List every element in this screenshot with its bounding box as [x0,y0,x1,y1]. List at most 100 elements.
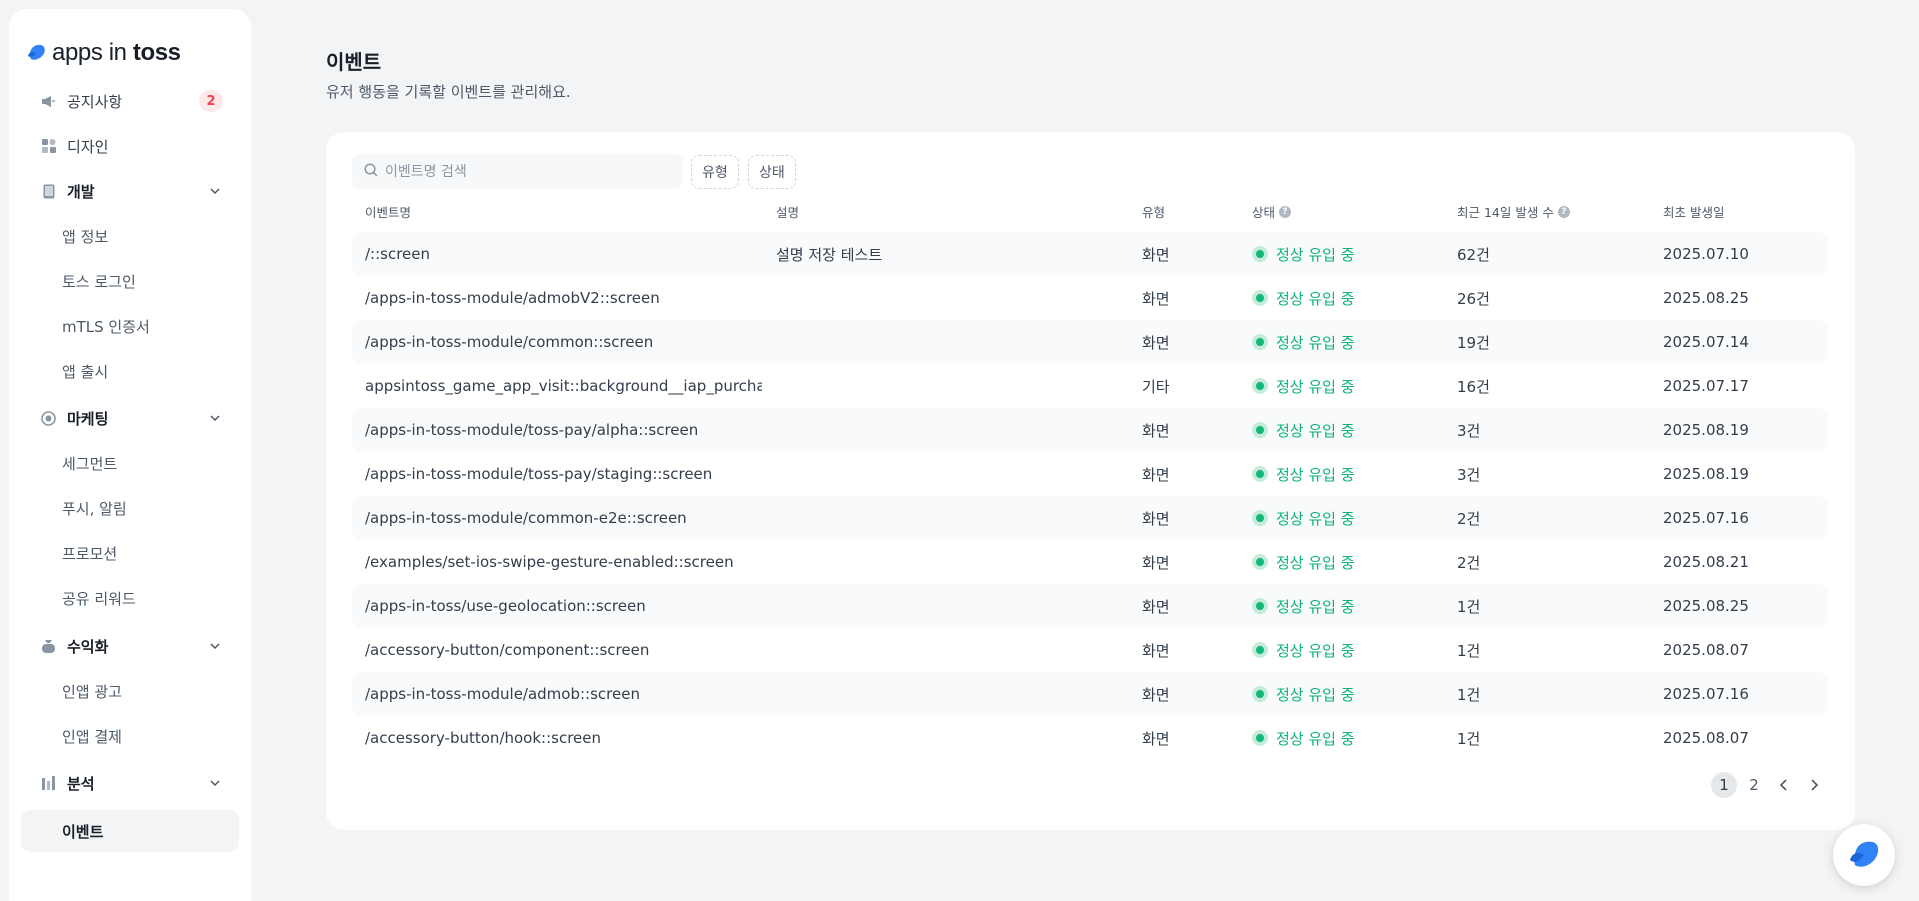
shapes-icon [41,139,56,154]
sidebar-item-label: 세그먼트 [62,454,118,473]
money-bag-icon [41,639,56,654]
event-desc [776,452,1096,496]
event-type: 화면 [1142,245,1170,264]
event-type: 화면 [1142,509,1170,528]
table-row[interactable]: /apps-in-toss-module/toss-pay/staging::s… [352,452,1828,496]
sidebar-item-inapp-ads[interactable]: 인앱 광고 [21,671,239,711]
status-label: 정상 유입 중 [1276,685,1355,704]
sidebar-item-label: 분석 [67,774,95,793]
status-label: 정상 유입 중 [1276,729,1355,748]
toss-assistant-button[interactable] [1833,824,1895,886]
event-type: 화면 [1142,421,1170,440]
help-icon[interactable]: ? [1279,205,1292,218]
sidebar-item-app-info[interactable]: 앱 정보 [21,216,239,256]
type-filter-chip[interactable]: 유형 [691,155,739,189]
event-date: 2025.08.25 [1663,597,1749,615]
sidebar-group-monetization[interactable]: 수익화 [21,626,239,666]
event-count: 2건 [1457,509,1481,528]
events-card: 유형 상태 이벤트명 설명 유형 상태 ? 최근 14일 발생 수 ? 최초 발… [326,132,1855,830]
event-count: 1건 [1457,597,1481,616]
table-row[interactable]: /apps-in-toss-module/admob::screen 화면 정상… [352,672,1828,716]
header-date: 최초 발생일 [1663,205,1725,220]
event-date: 2025.08.25 [1663,289,1749,307]
sidebar-item-share-reward[interactable]: 공유 리워드 [21,578,239,618]
event-count: 26건 [1457,289,1490,308]
chevron-right-icon[interactable] [1801,772,1827,798]
event-status: 정상 유입 중 [1252,232,1432,276]
event-type: 화면 [1142,641,1170,660]
sidebar-item-segment[interactable]: 세그먼트 [21,443,239,483]
sidebar-group-dev[interactable]: 개발 [21,171,239,211]
chevron-left-icon[interactable] [1771,772,1797,798]
event-status: 정상 유입 중 [1252,496,1432,540]
status-label: 정상 유입 중 [1276,465,1355,484]
event-type: 화면 [1142,597,1170,616]
status-dot-icon [1252,422,1268,438]
event-date: 2025.08.21 [1663,553,1749,571]
event-count: 3건 [1457,465,1481,484]
table-row[interactable]: /examples/set-ios-swipe-gesture-enabled:… [352,540,1828,584]
sidebar-item-events[interactable]: 이벤트 [21,810,239,852]
sidebar-item-design[interactable]: 디자인 [21,126,239,166]
sidebar-item-label: 공지사항 [67,92,123,111]
event-name: /apps-in-toss-module/admob::screen [365,685,640,703]
event-status: 정상 유입 중 [1252,276,1432,320]
header-status-label: 상태 [1252,205,1276,220]
table-row[interactable]: /apps-in-toss/use-geolocation::screen 화면… [352,584,1828,628]
event-status: 정상 유입 중 [1252,716,1432,760]
sidebar-group-marketing[interactable]: 마케팅 [21,398,239,438]
event-date: 2025.08.19 [1663,465,1749,483]
help-icon[interactable]: ? [1557,205,1570,218]
sidebar-item-app-release[interactable]: 앱 출시 [21,351,239,391]
sidebar-item-label: mTLS 인증서 [62,317,150,336]
sidebar-item-inapp-payment[interactable]: 인앱 결제 [21,716,239,756]
search-icon [364,162,378,181]
event-desc [776,364,1096,408]
sidebar-item-mtls[interactable]: mTLS 인증서 [21,306,239,346]
event-type: 화면 [1142,333,1170,352]
table-row[interactable]: /apps-in-toss-module/common-e2e::screen … [352,496,1828,540]
chevron-down-icon [209,775,221,793]
status-dot-icon [1252,246,1268,262]
sidebar-item-label: 앱 정보 [62,227,109,246]
page-subtitle: 유저 행동을 기록할 이벤트를 관리해요. [326,83,571,101]
sidebar-item-push[interactable]: 푸시, 알림 [21,488,239,528]
page-2-button[interactable]: 2 [1741,772,1767,798]
table-row[interactable]: /apps-in-toss-module/toss-pay/alpha::scr… [352,408,1828,452]
sidebar-item-notice[interactable]: 공지사항 2 [21,81,239,121]
search-input[interactable] [385,163,675,180]
sidebar-item-promotion[interactable]: 프로모션 [21,533,239,573]
event-count: 1건 [1457,685,1481,704]
event-type: 기타 [1142,377,1170,396]
status-dot-icon [1252,290,1268,306]
sidebar-item-toss-login[interactable]: 토스 로그인 [21,261,239,301]
table-row[interactable]: /apps-in-toss-module/common::screen 화면 정… [352,320,1828,364]
status-label: 정상 유입 중 [1276,245,1355,264]
search-box[interactable] [352,154,683,189]
event-name: /accessory-button/component::screen [365,641,650,659]
table-row[interactable]: appsintoss_game_app_visit::background__i… [352,364,1828,408]
event-type: 화면 [1142,729,1170,748]
status-dot-icon [1252,510,1268,526]
table-row[interactable]: /accessory-button/hook::screen 화면 정상 유입 … [352,716,1828,760]
event-desc [776,716,1096,760]
chevron-down-icon [209,410,221,428]
apps-in-toss-logo[interactable]: apps in toss [26,33,181,73]
sidebar: apps in toss 공지사항 2 디자인 개발 앱 정보 토스 로그인 m… [9,9,251,901]
header-status: 상태 ? [1252,202,1292,221]
sidebar-item-label: 이벤트 [62,822,104,841]
chevron-down-icon [209,183,221,201]
status-filter-chip[interactable]: 상태 [748,155,796,189]
event-count: 1건 [1457,641,1481,660]
sidebar-group-analytics[interactable]: 분석 [21,763,239,803]
table-row[interactable]: /::screen 설명 저장 테스트 화면 정상 유입 중 62건 2025.… [352,232,1828,276]
table-body: /::screen 설명 저장 테스트 화면 정상 유입 중 62건 2025.… [352,232,1828,760]
table-row[interactable]: /accessory-button/component::screen 화면 정… [352,628,1828,672]
status-label: 정상 유입 중 [1276,289,1355,308]
pagination: 1 2 [1711,772,1827,798]
sidebar-item-label: 인앱 광고 [62,682,122,701]
sidebar-item-label: 인앱 결제 [62,727,122,746]
table-row[interactable]: /apps-in-toss-module/admobV2::screen 화면 … [352,276,1828,320]
page-1-button[interactable]: 1 [1711,772,1737,798]
sidebar-item-label: 토스 로그인 [62,272,136,291]
